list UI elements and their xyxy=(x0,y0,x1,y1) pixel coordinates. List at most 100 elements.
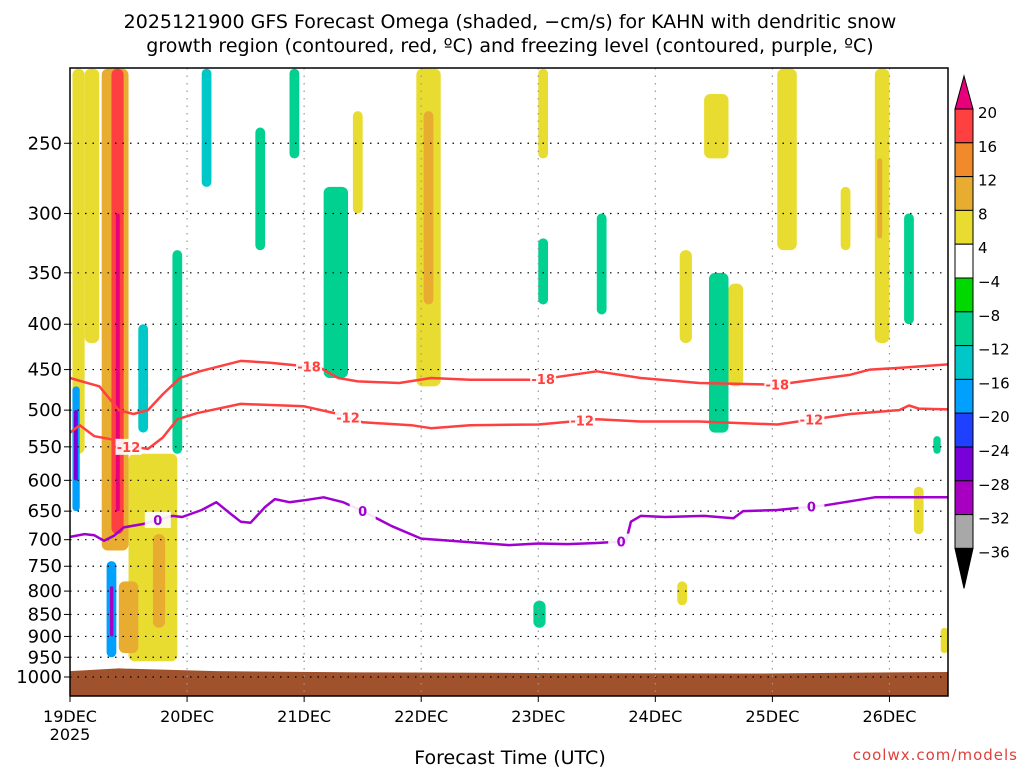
y-tick-label: 250 xyxy=(28,133,62,154)
omega-cell xyxy=(118,581,139,654)
omega-cell xyxy=(677,581,688,606)
colorbar-swatch xyxy=(954,108,974,144)
y-tick-label: 1000 xyxy=(16,667,62,688)
contour-label: -18 xyxy=(766,379,790,394)
y-tick-label: 350 xyxy=(28,263,62,284)
chart-title-line2: growth region (contoured, red, ºC) and f… xyxy=(146,35,873,57)
colorbar-label: −16 xyxy=(978,374,1010,392)
colorbar-label: −36 xyxy=(978,543,1010,561)
omega-cell xyxy=(538,238,549,305)
colorbar-swatch xyxy=(954,277,974,313)
colorbar-swatch xyxy=(954,209,974,245)
omega-cell xyxy=(777,68,797,251)
y-tick-label: 800 xyxy=(28,581,62,602)
colorbar-label: −20 xyxy=(978,408,1010,426)
y-axis: 2503003504004505005506006507007508008509… xyxy=(16,133,70,688)
contour-label: -18 xyxy=(297,360,321,375)
omega-cell xyxy=(840,186,851,251)
contour-label: 0 xyxy=(358,505,367,520)
terrain-ground xyxy=(70,668,948,696)
contour-label: 0 xyxy=(807,501,816,516)
omega-cell xyxy=(679,250,692,344)
omega-cell xyxy=(877,158,883,239)
colorbar-swatch xyxy=(954,446,974,482)
contours: -18 -18 -18 -12 -12 -12 -12 0 0 0 0 xyxy=(69,358,949,551)
contour-label: -12 xyxy=(336,411,360,426)
colorbar-swatch xyxy=(954,243,974,279)
colorbar-label: 16 xyxy=(978,138,997,156)
x-tick-label: 21DEC xyxy=(277,707,331,726)
omega-cell xyxy=(538,68,549,159)
omega-cell xyxy=(933,436,941,454)
colorbar-swatch xyxy=(954,378,974,414)
colorbar-label: −28 xyxy=(978,476,1010,494)
terrain xyxy=(70,668,948,696)
omega-cell xyxy=(255,127,266,251)
colorbar-swatch xyxy=(954,480,974,516)
y-tick-label: 650 xyxy=(28,501,62,522)
omega-shading xyxy=(72,68,948,662)
omega-cell xyxy=(913,486,924,535)
x-tick-label: 23DEC xyxy=(511,707,565,726)
omega-cell xyxy=(152,534,166,628)
contour-label: 0 xyxy=(153,514,162,529)
colorbar-label: −24 xyxy=(978,442,1010,460)
omega-cell xyxy=(728,283,744,387)
y-tick-label: 450 xyxy=(28,360,62,381)
x-tick-label: 19DEC xyxy=(43,707,97,726)
colorbar-label: 20 xyxy=(978,104,997,122)
contour-line--18 xyxy=(69,359,949,416)
y-tick-label: 750 xyxy=(28,556,62,577)
x-tick-label: 25DEC xyxy=(745,707,799,726)
omega-cell xyxy=(704,94,729,159)
colorbar-top-arrow xyxy=(954,74,974,110)
x-tick-label: 22DEC xyxy=(394,707,448,726)
colorbar-label: 8 xyxy=(978,205,988,223)
colorbar-label: 12 xyxy=(978,172,997,190)
y-tick-label: 400 xyxy=(28,314,62,335)
contour-label: -12 xyxy=(800,414,824,429)
omega-cell xyxy=(201,68,212,187)
omega-cell xyxy=(73,410,78,481)
omega-cell xyxy=(596,213,607,315)
colorbar-label: −8 xyxy=(978,307,1000,325)
colorbar-swatch xyxy=(954,142,974,178)
y-tick-label: 550 xyxy=(28,437,62,458)
colorbar-swatch xyxy=(954,311,974,347)
y-tick-label: 900 xyxy=(28,626,62,647)
omega-cell xyxy=(323,186,349,379)
colorbar-swatch xyxy=(954,176,974,211)
colorbar-bottom-arrow xyxy=(954,547,974,589)
x-tick-sublabel: 2025 xyxy=(50,725,91,744)
omega-cell xyxy=(84,68,100,344)
omega-cell xyxy=(289,68,300,159)
colorbar-label: −32 xyxy=(978,510,1010,528)
colorbar-swatch xyxy=(954,412,974,448)
colorbar-label: −4 xyxy=(978,273,1000,291)
x-axis-label: Forecast Time (UTC) xyxy=(414,747,605,768)
x-tick-label: 26DEC xyxy=(862,707,916,726)
contour-label: 0 xyxy=(617,536,626,551)
omega-cell xyxy=(904,213,914,325)
contour-label: -12 xyxy=(117,441,141,456)
contour-label: -18 xyxy=(531,373,555,388)
omega-time-height-chart: 2025121900 GFS Forecast Omega (shaded, −… xyxy=(16,11,1018,769)
omega-cell xyxy=(352,111,363,214)
omega-cell xyxy=(115,213,120,512)
x-tick-label: 24DEC xyxy=(628,707,682,726)
colorbar: 20 16 12 8 4 −4 −8 −12 −16 −20 −24 −28 −32 −36 xyxy=(954,74,1010,589)
y-tick-label: 300 xyxy=(28,203,62,224)
omega-cell xyxy=(138,324,149,433)
colorbar-swatch xyxy=(954,514,974,549)
chart-title-line1: 2025121900 GFS Forecast Omega (shaded, −… xyxy=(124,11,897,33)
x-tick-label: 20DEC xyxy=(160,707,214,726)
colorbar-swatch xyxy=(954,345,974,380)
colorbar-label: −12 xyxy=(978,341,1010,359)
omega-cell xyxy=(940,627,948,654)
omega-cell xyxy=(109,586,114,637)
omega-cell xyxy=(708,272,729,433)
y-tick-label: 500 xyxy=(28,400,62,421)
credit-text: coolwx.com/models xyxy=(853,746,1018,764)
contour-label: -12 xyxy=(570,415,594,430)
colorbar-label: 4 xyxy=(978,239,988,257)
